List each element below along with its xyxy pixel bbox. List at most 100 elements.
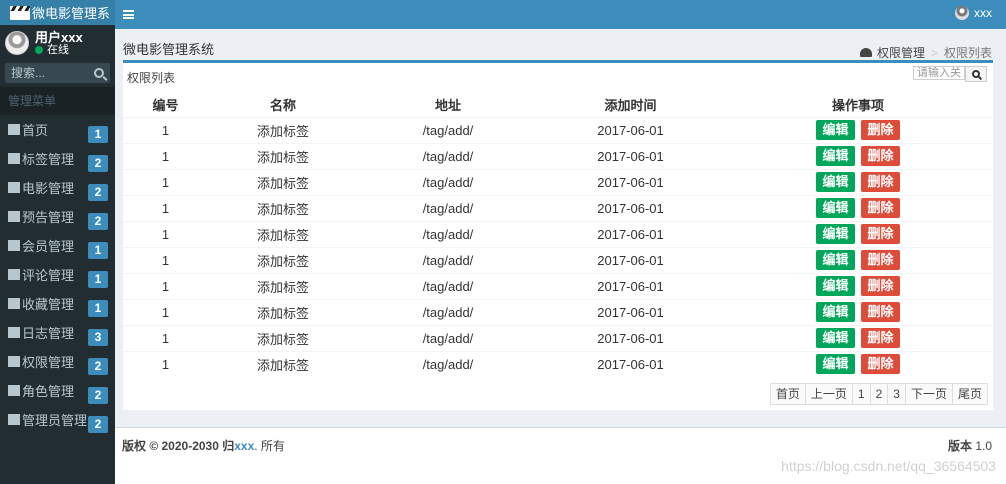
sidebar-item-left: 管理员管理 — [8, 410, 87, 429]
sidebar-item-label: 标签管理 — [22, 152, 75, 167]
cell-url: /tag/add/ — [358, 168, 538, 195]
sidebar-item-0[interactable]: 首页 1 — [0, 115, 115, 144]
table-search-input[interactable] — [913, 66, 965, 80]
page-link[interactable]: 首页 — [769, 383, 806, 405]
table-header-row: 编号 名称 地址 添加时间 操作事项 — [123, 92, 993, 118]
app-logo[interactable]: 微电影管理系 — [0, 0, 115, 25]
online-dot-icon — [35, 46, 43, 54]
menu-header: 管理菜单 — [0, 87, 115, 115]
delete-button[interactable]: 删除 — [861, 198, 900, 218]
page-link[interactable]: 2 — [869, 383, 889, 405]
sidebar-item-10[interactable]: 管理员管理 2 — [0, 405, 115, 434]
tags-icon — [8, 153, 20, 164]
cell-actions: 编辑 删除 — [723, 246, 993, 273]
column-header-id: 编号 — [123, 92, 208, 118]
column-header-actions: 操作事项 — [723, 92, 993, 118]
cell-date: 2017-06-01 — [538, 142, 723, 169]
page-link[interactable]: 1 — [851, 383, 871, 405]
version-number: 1.0 — [975, 439, 992, 453]
box-title: 权限列表 — [127, 71, 176, 85]
cell-url: /tag/add/ — [358, 116, 538, 143]
sidebar-search-input[interactable] — [11, 66, 81, 80]
copyright-brand-link[interactable]: xxx — [234, 439, 254, 453]
table-search-button[interactable] — [965, 66, 987, 82]
cell-name: 添加标签 — [208, 116, 358, 143]
column-header-date: 添加时间 — [538, 92, 723, 118]
cell-id: 1 — [123, 142, 208, 169]
sidebar-item-badge: 1 — [88, 271, 108, 288]
sidebar-item-2[interactable]: 电影管理 2 — [0, 173, 115, 202]
sidebar-item-5[interactable]: 评论管理 1 — [0, 260, 115, 289]
cell-date: 2017-06-01 — [538, 324, 723, 351]
delete-button[interactable]: 删除 — [861, 354, 900, 375]
table-row: 1 添加标签/tag/add/2017-06-01 编辑 删除 — [123, 246, 993, 273]
dashboard-icon — [859, 48, 872, 57]
cell-id: 1 — [123, 168, 208, 195]
top-user-menu[interactable]: xxx — [955, 6, 992, 20]
edit-button[interactable]: 编辑 — [816, 354, 855, 375]
edit-button[interactable]: 编辑 — [816, 120, 855, 140]
cell-date: 2017-06-01 — [538, 272, 723, 299]
delete-button[interactable]: 删除 — [861, 328, 900, 348]
delete-button[interactable]: 删除 — [861, 172, 900, 192]
cell-url: /tag/add/ — [358, 246, 538, 273]
table-row: 1 添加标签/tag/add/2017-06-01 编辑 删除 — [123, 116, 993, 143]
page-link[interactable]: 上一页 — [804, 383, 853, 405]
cell-url: /tag/add/ — [358, 324, 538, 351]
sidebar-item-left: 日志管理 — [8, 323, 74, 342]
table-row: 1 添加标签/tag/add/2017-06-01 编辑 删除 — [123, 168, 993, 195]
sidebar-item-left: 收藏管理 — [8, 294, 74, 313]
search-icon[interactable] — [94, 68, 104, 78]
table-row: 1 添加标签/tag/add/2017-06-01 编辑 删除 — [123, 220, 993, 247]
cell-date: 2017-06-01 — [538, 220, 723, 247]
breadcrumb-parent[interactable]: 权限管理 — [877, 44, 925, 61]
user-name: 用户xxx — [35, 30, 83, 45]
cell-name: 添加标签 — [208, 350, 358, 377]
cell-id: 1 — [123, 350, 208, 377]
menu-toggle-icon[interactable] — [123, 10, 134, 19]
edit-button[interactable]: 编辑 — [816, 146, 855, 166]
sidebar-item-8[interactable]: 权限管理 2 — [0, 347, 115, 376]
sidebar-item-3[interactable]: 预告管理 2 — [0, 202, 115, 231]
delete-button[interactable]: 删除 — [861, 276, 900, 296]
edit-button[interactable]: 编辑 — [816, 250, 855, 270]
user-status: 在线 — [35, 45, 83, 56]
edit-button[interactable]: 编辑 — [816, 224, 855, 244]
edit-button[interactable]: 编辑 — [816, 276, 855, 296]
sidebar-item-label: 管理员管理 — [22, 413, 88, 428]
table-row: 1 添加标签/tag/add/2017-06-01 编辑 删除 — [123, 298, 993, 325]
sidebar-item-label: 预告管理 — [22, 210, 75, 225]
sidebar-item-7[interactable]: 日志管理 3 — [0, 318, 115, 347]
edit-button[interactable]: 编辑 — [816, 302, 855, 322]
delete-button[interactable]: 删除 — [861, 146, 900, 166]
sidebar-item-4[interactable]: 会员管理 1 — [0, 231, 115, 260]
sidebar: 微电影管理系 用户xxx 在线 管理菜单 首页1标签管理2电影管理2预告管理2会… — [0, 0, 115, 484]
page-link[interactable]: 3 — [887, 383, 906, 405]
page-link[interactable]: 下一页 — [904, 383, 953, 405]
footer: 版权 © 2020-2030 归xxx. 所有 版本 1.0 https://b… — [115, 427, 1006, 484]
sidebar-item-1[interactable]: 标签管理 2 — [0, 144, 115, 173]
sidebar-item-6[interactable]: 收藏管理 1 — [0, 289, 115, 318]
pagination: 首页 上一页 1 2 3 下一页 尾页 — [769, 383, 988, 405]
cell-actions: 编辑 删除 — [723, 350, 993, 377]
cell-id: 1 — [123, 220, 208, 247]
heart-icon — [8, 298, 20, 309]
sidebar-item-label: 会员管理 — [22, 239, 75, 254]
edit-button[interactable]: 编辑 — [816, 198, 855, 218]
delete-button[interactable]: 删除 — [861, 224, 900, 244]
delete-button[interactable]: 删除 — [861, 120, 900, 140]
sidebar-item-9[interactable]: 角色管理 2 — [0, 376, 115, 405]
breadcrumb-separator: > — [930, 45, 938, 60]
cell-actions: 编辑 删除 — [723, 220, 993, 247]
delete-button[interactable]: 删除 — [861, 302, 900, 322]
user-panel: 用户xxx 在线 — [0, 25, 115, 61]
delete-button[interactable]: 删除 — [861, 250, 900, 270]
page-link[interactable]: 尾页 — [951, 383, 988, 405]
edit-button[interactable]: 编辑 — [816, 328, 855, 348]
edit-button[interactable]: 编辑 — [816, 172, 855, 192]
sidebar-item-label: 权限管理 — [22, 355, 75, 370]
sidebar-item-label: 日志管理 — [22, 326, 75, 341]
sidebar-item-label: 角色管理 — [22, 384, 75, 399]
top-navbar: xxx — [115, 0, 1006, 29]
sidebar-item-left: 首页 — [8, 120, 48, 139]
